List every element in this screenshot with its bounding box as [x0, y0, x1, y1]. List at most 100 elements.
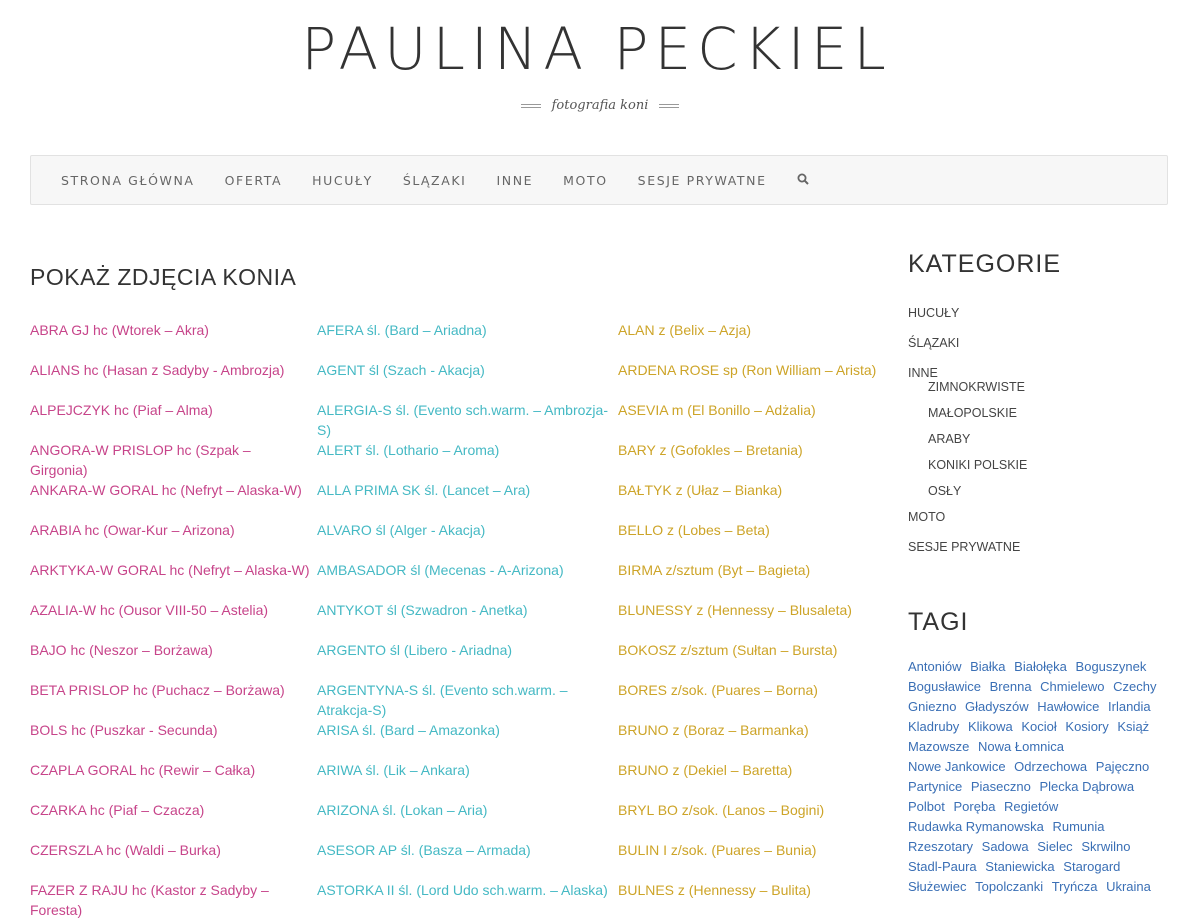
tag-link[interactable]: Kosiory: [1065, 717, 1108, 737]
horse-link[interactable]: CZERSZLA hc (Waldi – Burka): [30, 840, 310, 880]
tag-link[interactable]: Skrwilno: [1081, 837, 1130, 857]
horse-link[interactable]: AFERA śl. (Bard – Ariadna): [317, 320, 612, 360]
horse-link[interactable]: ARISA śl. (Bard – Amazonka): [317, 720, 612, 760]
horse-link[interactable]: AGENT śl (Szach - Akacja): [317, 360, 612, 400]
tag-link[interactable]: Rzeszotary: [908, 837, 973, 857]
horse-link[interactable]: ALERGIA-S śl. (Evento sch.warm. – Ambroz…: [317, 400, 612, 440]
tag-link[interactable]: Kocioł: [1021, 717, 1056, 737]
tag-link[interactable]: Bogusławice: [908, 677, 981, 697]
tag-link[interactable]: Klikowa: [968, 717, 1013, 737]
tag-link[interactable]: Regietów: [1004, 797, 1058, 817]
horse-link[interactable]: BELLO z (Lobes – Beta): [618, 520, 878, 560]
horse-link[interactable]: AMBASADOR śl (Mecenas - A-Arizona): [317, 560, 612, 600]
category-item-slazaki[interactable]: ŚLĄZAKI: [908, 333, 1027, 363]
tag-link[interactable]: Sielec: [1037, 837, 1072, 857]
horse-link[interactable]: ARABIA hc (Owar-Kur – Arizona): [30, 520, 310, 560]
tag-link[interactable]: Tryńcza: [1052, 877, 1098, 897]
horse-link[interactable]: ARKTYKA-W GORAL hc (Nefryt – Alaska-W): [30, 560, 310, 600]
tag-link[interactable]: Kladruby: [908, 717, 959, 737]
tag-link[interactable]: Rudawka Rymanowska: [908, 817, 1044, 837]
horse-link[interactable]: ABRA GJ hc (Wtorek – Akra): [30, 320, 310, 360]
horse-link[interactable]: ARGENTYNA-S śl. (Evento sch.warm. – Atra…: [317, 680, 612, 720]
horse-link[interactable]: BULNES z (Hennessy – Bulita): [618, 880, 878, 920]
tag-link[interactable]: Staniewicka: [985, 857, 1054, 877]
site-title[interactable]: PAULINA PECKIEL: [0, 12, 1193, 86]
tag-link[interactable]: Rumunia: [1052, 817, 1104, 837]
tag-link[interactable]: Białka: [970, 657, 1005, 677]
horse-link[interactable]: BOKOSZ z/sztum (Sułtan – Bursta): [618, 640, 878, 680]
tag-link[interactable]: Antoniów: [908, 657, 961, 677]
tag-link[interactable]: Ukraina: [1106, 877, 1151, 897]
horse-link[interactable]: ASEVIA m (El Bonillo – Adżalia): [618, 400, 878, 440]
horse-link[interactable]: BAŁTYK z (Ułaz – Bianka): [618, 480, 878, 520]
horse-link[interactable]: BIRMA z/sztum (Byt – Bagieta): [618, 560, 878, 600]
horse-link[interactable]: BAJO hc (Neszor – Borżawa): [30, 640, 310, 680]
horse-link[interactable]: ANTYKOT śl (Szwadron - Anetka): [317, 600, 612, 640]
tag-link[interactable]: Chmielewo: [1040, 677, 1104, 697]
horse-link[interactable]: ARIZONA śl. (Lokan – Aria): [317, 800, 612, 840]
nav-item-moto[interactable]: MOTO: [563, 173, 608, 188]
horse-link[interactable]: CZAPLA GORAL hc (Rewir – Całka): [30, 760, 310, 800]
horse-link[interactable]: ALIANS hc (Hasan z Sadyby - Ambrozja): [30, 360, 310, 400]
horse-link[interactable]: BORES z/sok. (Puares – Borna): [618, 680, 878, 720]
horse-link[interactable]: BRUNO z (Boraz – Barmanka): [618, 720, 878, 760]
tag-link[interactable]: Białołęka: [1014, 657, 1067, 677]
nav-item-slazaki[interactable]: ŚLĄZAKI: [403, 173, 467, 188]
tag-link[interactable]: Poręba: [954, 797, 996, 817]
tag-link[interactable]: Boguszynek: [1076, 657, 1147, 677]
tag-link[interactable]: Topolczanki: [975, 877, 1043, 897]
tag-link[interactable]: Gładyszów: [965, 697, 1029, 717]
category-item-araby[interactable]: ARABY: [908, 429, 1027, 455]
horse-link[interactable]: AZALIA-W hc (Ousor VIII-50 – Astelia): [30, 600, 310, 640]
tag-link[interactable]: Nowe Jankowice: [908, 757, 1006, 777]
horse-link[interactable]: ALPEJCZYK hc (Piaf – Alma): [30, 400, 310, 440]
tag-link[interactable]: Nowa Łomnica: [978, 737, 1064, 757]
horse-link[interactable]: ALERT śl. (Lothario – Aroma): [317, 440, 612, 480]
horse-link[interactable]: ASESOR AP śl. (Basza – Armada): [317, 840, 612, 880]
tag-link[interactable]: Czechy: [1113, 677, 1156, 697]
tag-link[interactable]: Partynice: [908, 777, 962, 797]
horse-link[interactable]: BARY z (Gofokles – Bretania): [618, 440, 878, 480]
horse-link[interactable]: FAZER Z RAJU hc (Kastor z Sadyby – Fores…: [30, 880, 310, 920]
tag-link[interactable]: Stadl-Paura: [908, 857, 977, 877]
tag-link[interactable]: Służewiec: [908, 877, 967, 897]
category-item-moto[interactable]: MOTO: [908, 507, 1027, 537]
horse-link[interactable]: ARGENTO śl (Libero - Ariadna): [317, 640, 612, 680]
nav-item-oferta[interactable]: OFERTA: [225, 173, 283, 188]
horse-link[interactable]: BOLS hc (Puszkar - Secunda): [30, 720, 310, 760]
horse-link[interactable]: ANKARA-W GORAL hc (Nefryt – Alaska-W): [30, 480, 310, 520]
category-item-ma-opolskie[interactable]: MAŁOPOLSKIE: [908, 403, 1027, 429]
tag-link[interactable]: Polbot: [908, 797, 945, 817]
tag-link[interactable]: Starogard: [1063, 857, 1120, 877]
nav-item-sesje-prywatne[interactable]: SESJE PRYWATNE: [638, 173, 767, 188]
tag-link[interactable]: Irlandia: [1108, 697, 1151, 717]
tag-link[interactable]: Książ: [1117, 717, 1149, 737]
horse-link[interactable]: ASTORKA II śl. (Lord Udo sch.warm. – Ala…: [317, 880, 612, 920]
tag-link[interactable]: Hawłowice: [1037, 697, 1099, 717]
tag-link[interactable]: Brenna: [990, 677, 1032, 697]
horse-link[interactable]: BRYL BO z/sok. (Lanos – Bogini): [618, 800, 878, 840]
tag-link[interactable]: Sadowa: [982, 837, 1029, 857]
tag-link[interactable]: Mazowsze: [908, 737, 969, 757]
category-item-hucu-y[interactable]: HUCUŁY: [908, 303, 1027, 333]
tag-link[interactable]: Pajęczno: [1096, 757, 1149, 777]
horse-link[interactable]: BULIN I z/sok. (Puares – Bunia): [618, 840, 878, 880]
horse-link[interactable]: ARDENA ROSE sp (Ron William – Arista): [618, 360, 878, 400]
horse-link[interactable]: BETA PRISLOP hc (Puchacz – Borżawa): [30, 680, 310, 720]
horse-link[interactable]: CZARKA hc (Piaf – Czacza): [30, 800, 310, 840]
nav-item-huculy[interactable]: HUCUŁY: [312, 173, 373, 188]
horse-link[interactable]: ALAN z (Belix – Azja): [618, 320, 878, 360]
tag-link[interactable]: Piaseczno: [971, 777, 1031, 797]
tag-link[interactable]: Odrzechowa: [1014, 757, 1087, 777]
search-icon[interactable]: [797, 173, 809, 188]
category-item-sesje-prywatne[interactable]: SESJE PRYWATNE: [908, 537, 1027, 567]
tag-link[interactable]: Gniezno: [908, 697, 956, 717]
nav-item-inne[interactable]: INNE: [496, 173, 533, 188]
tag-link[interactable]: Plecka Dąbrowa: [1039, 777, 1134, 797]
horse-link[interactable]: BRUNO z (Dekiel – Baretta): [618, 760, 878, 800]
horse-link[interactable]: ANGORA-W PRISLOP hc (Szpak – Girgonia): [30, 440, 310, 480]
category-item-koniki-polskie[interactable]: KONIKI POLSKIE: [908, 455, 1027, 481]
horse-link[interactable]: ALLA PRIMA SK śl. (Lancet – Ara): [317, 480, 612, 520]
horse-link[interactable]: ARIWA śl. (Lik – Ankara): [317, 760, 612, 800]
category-item-os-y[interactable]: OSŁY: [908, 481, 1027, 507]
